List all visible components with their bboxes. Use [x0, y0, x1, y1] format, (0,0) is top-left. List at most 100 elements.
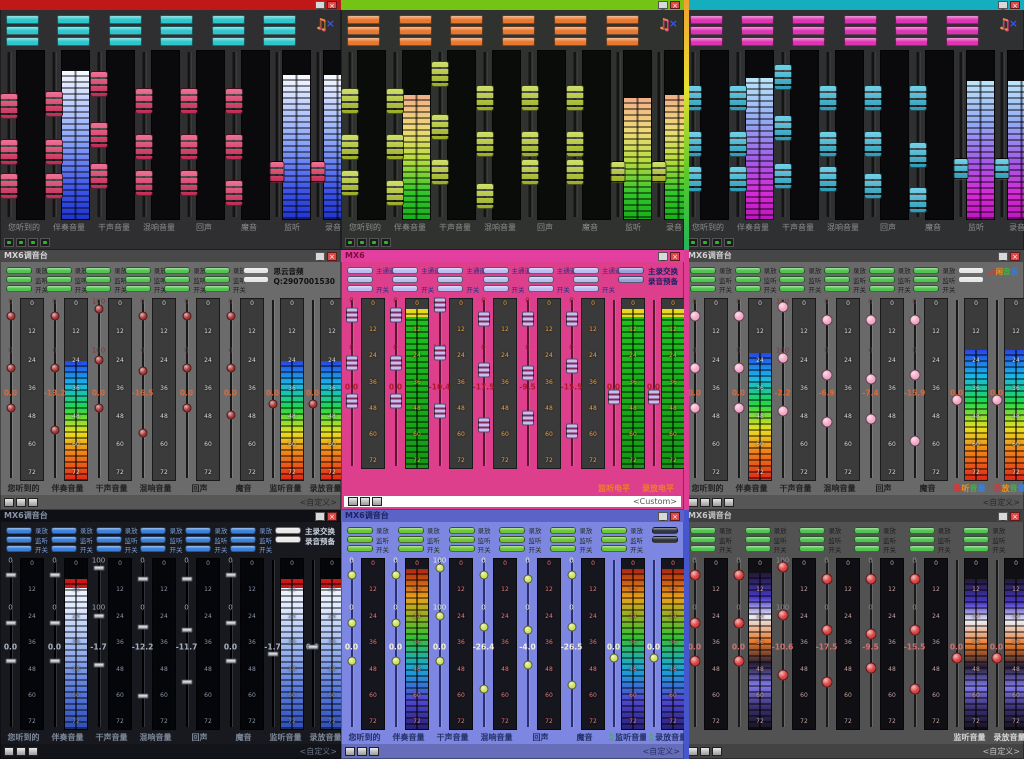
toggle-button[interactable]	[652, 536, 678, 543]
toggle-button[interactable]	[160, 37, 193, 46]
toggle-button[interactable]	[799, 536, 825, 543]
fader-knob[interactable]	[648, 390, 660, 405]
toggle-button[interactable]	[164, 285, 190, 292]
toggle-button[interactable]	[230, 536, 256, 543]
fader-knob[interactable]	[93, 662, 104, 667]
toggle-button[interactable]	[204, 276, 230, 283]
toggle-button[interactable]	[963, 527, 989, 534]
fader-knob[interactable]	[689, 402, 700, 413]
fader-knob[interactable]	[94, 403, 103, 412]
fader-knob[interactable]	[566, 85, 584, 111]
fader-knob[interactable]	[50, 425, 59, 434]
fader-knob[interactable]	[819, 166, 837, 192]
toggle-button[interactable]	[618, 276, 644, 283]
window-titlebar[interactable]: MX6_×	[341, 250, 684, 262]
fader-knob[interactable]	[733, 402, 744, 413]
toggle-button[interactable]	[854, 536, 880, 543]
fader[interactable]	[478, 50, 491, 220]
fader-knob[interactable]	[434, 297, 446, 312]
fader[interactable]: 0.0	[306, 558, 319, 730]
toggle-button[interactable]	[398, 536, 424, 543]
toggle-button[interactable]	[275, 536, 301, 543]
fader-knob[interactable]	[5, 573, 16, 578]
fader-knob[interactable]	[435, 564, 444, 573]
fader-knob[interactable]	[346, 393, 358, 408]
fader-knob[interactable]	[610, 161, 625, 183]
fader-knob[interactable]	[267, 652, 278, 657]
fader-knob[interactable]	[689, 570, 700, 581]
toggle-button[interactable]	[164, 276, 190, 283]
fader[interactable]: 100100-10.6	[774, 558, 791, 730]
status-button[interactable]	[348, 497, 358, 506]
fader-knob[interactable]	[478, 417, 490, 432]
fader-knob[interactable]	[347, 571, 356, 580]
toggle-button[interactable]	[347, 267, 373, 274]
toggle-button[interactable]	[347, 37, 380, 46]
fader-knob[interactable]	[777, 353, 788, 364]
fader-knob[interactable]	[521, 159, 539, 185]
status-button[interactable]	[16, 498, 26, 507]
nav-button[interactable]	[688, 238, 698, 247]
toggle-button[interactable]	[230, 527, 256, 534]
toggle-button[interactable]	[958, 267, 984, 274]
fader-knob[interactable]	[434, 345, 446, 360]
fader-knob[interactable]	[308, 400, 317, 409]
toggle-button[interactable]	[779, 285, 805, 292]
fader-knob[interactable]	[522, 366, 534, 381]
window-titlebar[interactable]: MX6调音台_×	[0, 510, 341, 522]
fader-knob[interactable]	[180, 170, 198, 196]
fader-knob[interactable]	[0, 93, 18, 119]
fader-knob[interactable]	[435, 657, 444, 666]
status-button[interactable]	[360, 497, 370, 506]
toggle-button[interactable]	[212, 37, 245, 46]
fader[interactable]	[433, 50, 446, 220]
toggle-button[interactable]	[601, 527, 627, 534]
toggle-button[interactable]	[450, 37, 483, 46]
fader-knob[interactable]	[951, 395, 962, 406]
close-button[interactable]: ×	[1010, 512, 1020, 521]
toggle-button[interactable]	[844, 15, 877, 24]
fader-knob[interactable]	[733, 618, 744, 629]
fader-knob[interactable]	[6, 312, 15, 321]
toggle-button[interactable]	[96, 527, 122, 534]
toggle-button[interactable]	[799, 545, 825, 552]
fader[interactable]	[388, 50, 401, 220]
fader-knob[interactable]	[347, 657, 356, 666]
fader[interactable]: 1001000.0	[431, 558, 448, 730]
toggle-button[interactable]	[399, 26, 432, 35]
fader-knob[interactable]	[137, 576, 148, 581]
fader-knob[interactable]	[6, 403, 15, 412]
toggle-button[interactable]	[854, 545, 880, 552]
toggle-button[interactable]	[554, 37, 587, 46]
toggle-button[interactable]	[745, 527, 771, 534]
toggle-button[interactable]	[741, 37, 774, 46]
fader[interactable]: 00-12.2	[134, 558, 151, 730]
fader-knob[interactable]	[909, 625, 920, 636]
fader-knob[interactable]	[689, 656, 700, 667]
fader-knob[interactable]	[346, 308, 358, 323]
fader-knob[interactable]	[225, 180, 243, 206]
fader[interactable]	[997, 50, 1006, 220]
fader-knob[interactable]	[347, 619, 356, 628]
fader[interactable]: 00-9.5	[862, 558, 879, 730]
toggle-button[interactable]	[690, 545, 716, 552]
fader[interactable]: 00-7.4	[862, 298, 879, 481]
fader-knob[interactable]	[225, 659, 236, 664]
fader-knob[interactable]	[523, 574, 532, 583]
close-button[interactable]: ×	[1010, 252, 1020, 261]
toggle-button[interactable]	[573, 285, 599, 292]
minimize-button[interactable]: _	[658, 512, 668, 521]
toggle-button[interactable]	[437, 285, 463, 292]
status-button[interactable]	[724, 498, 734, 507]
fader[interactable]: 0.0	[607, 558, 620, 730]
fader[interactable]: 000.0	[178, 298, 195, 481]
toggle-button[interactable]	[6, 276, 32, 283]
toggle-button[interactable]	[824, 285, 850, 292]
fader-knob[interactable]	[90, 122, 108, 148]
close-button[interactable]: ×	[670, 512, 680, 521]
toggle-button[interactable]	[869, 285, 895, 292]
fader[interactable]	[272, 50, 281, 220]
toggle-button[interactable]	[606, 15, 639, 24]
status-button[interactable]	[345, 747, 355, 756]
toggle-button[interactable]	[554, 26, 587, 35]
